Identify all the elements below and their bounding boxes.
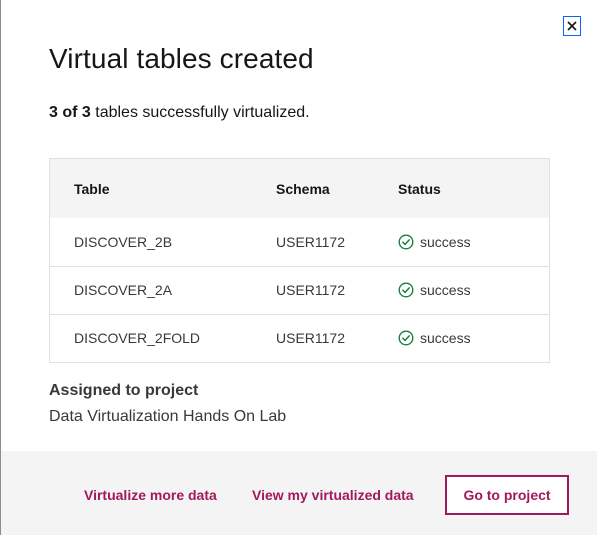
virtual-tables-modal: Virtual tables created 3 of 3 tables suc…	[0, 0, 597, 535]
table-row: DISCOVER_2B USER1172 success	[50, 218, 549, 266]
close-button[interactable]	[562, 15, 582, 37]
summary-count: 3 of 3	[49, 104, 91, 121]
go-to-project-button[interactable]: Go to project	[445, 475, 569, 515]
column-header-status: Status	[398, 180, 441, 197]
modal-footer: Virtualize more data View my virtualized…	[1, 451, 597, 535]
table-header-row: Table Schema Status	[50, 159, 549, 218]
summary-text: 3 of 3 tables successfully virtualized.	[49, 104, 310, 122]
results-table: Table Schema Status DISCOVER_2B USER1172	[49, 158, 550, 363]
table-name-cell: DISCOVER_2A	[74, 282, 173, 298]
modal-title: Virtual tables created	[49, 43, 314, 74]
assigned-project-label: Assigned to project	[49, 382, 199, 399]
status-cell: success	[398, 218, 549, 266]
schema-cell: USER1172	[276, 330, 346, 347]
schema-cell: USER1172	[276, 282, 346, 298]
schema-cell: USER1172	[276, 233, 346, 250]
table-row: DISCOVER_2A USER1172 success	[50, 266, 549, 314]
summary-message: tables successfully virtualized.	[90, 104, 310, 121]
status-label: success	[420, 330, 471, 347]
status-cell: success	[398, 314, 549, 362]
virtualize-more-data-button[interactable]: Virtualize more data	[84, 487, 217, 503]
close-icon	[567, 21, 577, 31]
column-header-table: Table	[74, 180, 110, 197]
status-cell: success	[398, 266, 549, 314]
checkmark-outline-icon	[398, 234, 414, 250]
status-label: success	[420, 233, 471, 250]
table-row: DISCOVER_2FOLD USER1172 success	[50, 314, 549, 362]
column-header-schema: Schema	[276, 180, 330, 197]
assigned-project-name: Data Virtualization Hands On Lab	[49, 408, 287, 425]
checkmark-outline-icon	[398, 282, 414, 298]
table-name-cell: DISCOVER_2B	[74, 233, 173, 250]
view-virtualized-data-button[interactable]: View my virtualized data	[252, 487, 414, 503]
table-name-cell: DISCOVER_2FOLD	[74, 330, 201, 347]
checkmark-outline-icon	[398, 330, 414, 346]
status-label: success	[420, 282, 471, 298]
